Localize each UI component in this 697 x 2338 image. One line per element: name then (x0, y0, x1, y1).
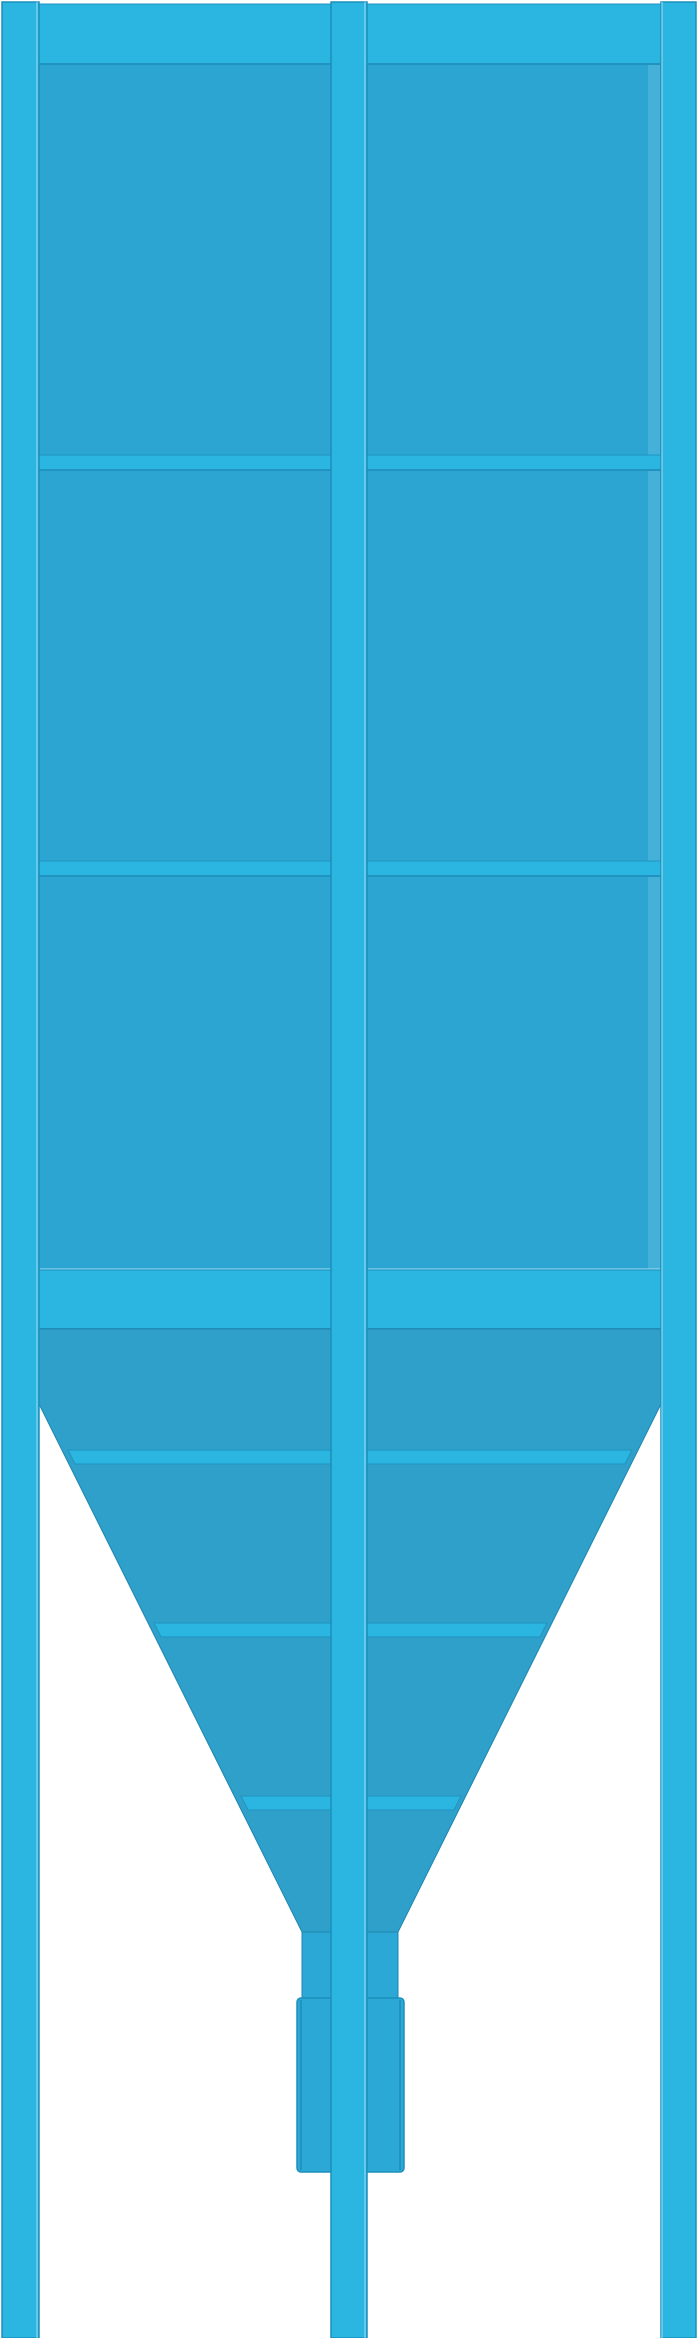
silo-body-shade (648, 60, 660, 1270)
left-leg (1, 1, 40, 2338)
right-leg (660, 1, 697, 2338)
center-leg (330, 1, 368, 2338)
silo-illustration (0, 0, 697, 2338)
silo-drawing (1, 1, 697, 2338)
